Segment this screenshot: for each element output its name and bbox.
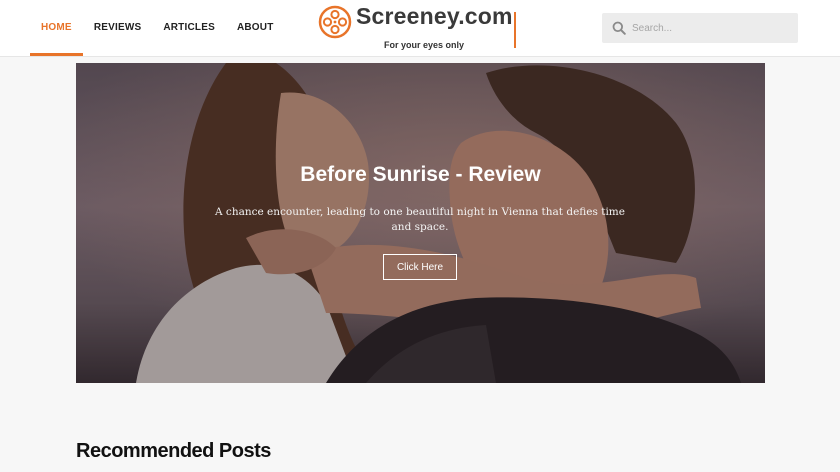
recommended-posts-heading: Recommended Posts	[76, 440, 271, 462]
logo-tagline: For your eyes only	[384, 40, 465, 50]
click-here-button[interactable]: Click Here	[383, 254, 457, 280]
nav-item-reviews[interactable]: REVIEWS	[83, 0, 153, 56]
nav-item-home[interactable]: HOME	[30, 0, 83, 56]
search-input[interactable]	[632, 13, 792, 43]
site-logo[interactable]: Screeney.com For your eyes only	[318, 3, 518, 51]
site-header: HOME REVIEWS ARTICLES ABOUT Screeney.com…	[0, 0, 840, 57]
nav-item-articles[interactable]: ARTICLES	[152, 0, 226, 56]
hero-banner: Before Sunrise - Review A chance encount…	[76, 63, 765, 383]
search-box	[602, 13, 798, 43]
search-icon[interactable]	[612, 21, 626, 35]
logo-divider	[514, 12, 516, 48]
film-reel-icon	[318, 5, 352, 39]
main-nav: HOME REVIEWS ARTICLES ABOUT	[30, 0, 285, 56]
logo-title: Screeney.com	[356, 3, 513, 29]
hero-subtitle: A chance encounter, leading to one beaut…	[215, 206, 625, 233]
hero-title: Before Sunrise - Review	[300, 163, 541, 186]
nav-item-about[interactable]: ABOUT	[226, 0, 285, 56]
